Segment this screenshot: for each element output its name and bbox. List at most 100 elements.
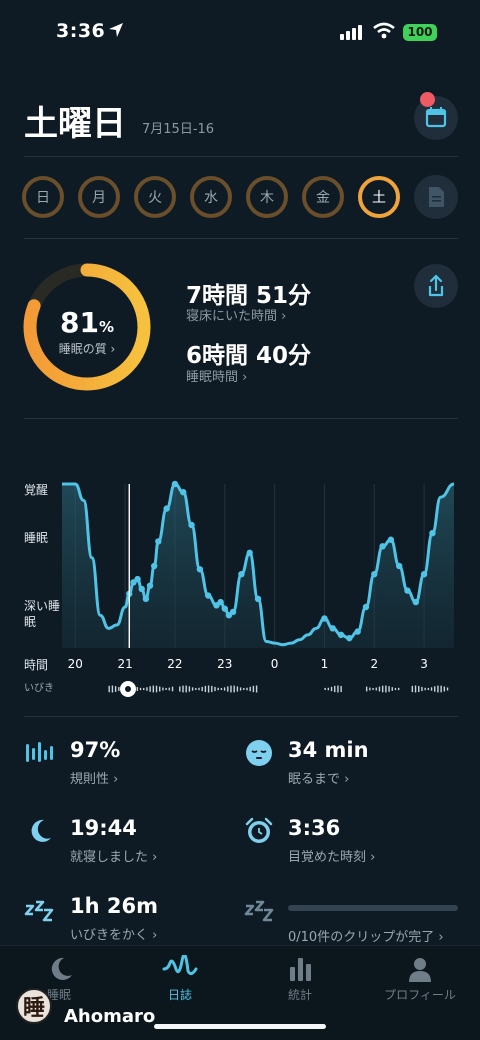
sleepy-face-icon [246, 740, 272, 766]
share-button[interactable] [414, 264, 458, 308]
snore-bar [236, 686, 239, 692]
time-asleep-value: 6時間 40分 [186, 343, 312, 369]
regularity-value: 97% [70, 738, 121, 762]
snore-bar [255, 685, 258, 693]
regularity-label[interactable]: 規則性 › [70, 768, 118, 787]
snore-bar [239, 687, 242, 691]
clips-progress-bar [288, 905, 458, 911]
data-point [180, 489, 187, 496]
snore-bar [434, 686, 436, 692]
snore-bar [207, 685, 210, 693]
snore-bar [378, 686, 381, 692]
time-asleep-label[interactable]: 睡眠時間 › [186, 366, 247, 385]
snore-bar [230, 685, 232, 693]
snore-bar [385, 685, 387, 693]
sleep-quality-value: 81% [60, 306, 114, 339]
data-point [337, 631, 345, 639]
divider [24, 418, 458, 419]
divider [24, 238, 458, 239]
data-point [238, 571, 245, 578]
fall-asleep-label[interactable]: 眠るまで › [288, 768, 349, 787]
data-point [329, 625, 336, 632]
x-tick-label: 21 [117, 657, 133, 671]
divider [24, 716, 458, 717]
snore-bar [146, 687, 148, 691]
tab-sleep-moon-icon[interactable] [46, 955, 74, 983]
notification-dot [420, 92, 435, 107]
snore-bar [365, 686, 368, 692]
snore-bar [391, 687, 393, 691]
tab-stats[interactable]: 統計 [245, 986, 355, 1003]
data-point [171, 480, 179, 488]
snore-bar [182, 685, 184, 693]
bedtime-label[interactable]: 就寝しました › [70, 846, 157, 865]
snore-bar [162, 687, 164, 691]
day-ring-mon[interactable]: 月 [78, 176, 120, 218]
snore-bar [159, 686, 161, 692]
tab-journal-wave-icon[interactable] [162, 955, 198, 983]
wake-value: 3:36 [288, 816, 341, 840]
tab-profile[interactable]: プロフィール [365, 986, 475, 1003]
share-icon [428, 274, 444, 297]
snore-bar [217, 687, 219, 691]
snore-bar [334, 685, 336, 693]
snore-bar [414, 685, 417, 693]
regularity-bars-icon [26, 742, 53, 762]
snore-bar [171, 686, 174, 692]
location-arrow-icon [109, 23, 123, 37]
data-point [362, 603, 370, 611]
snore-bar [421, 686, 423, 692]
notes-button[interactable] [414, 175, 458, 219]
wake-label[interactable]: 目覚めた時刻 › [288, 846, 375, 865]
snore-bar [155, 685, 158, 693]
wifi-icon [373, 22, 395, 39]
snore-bar [198, 687, 200, 691]
snore-bar [440, 685, 442, 693]
home-indicator [154, 1024, 326, 1029]
data-point [404, 587, 411, 594]
snore-bar [118, 687, 120, 691]
sleep-quality-label[interactable]: 睡眠の質 › [22, 340, 152, 357]
snore-bar [443, 686, 446, 692]
tab-profile-person-icon[interactable] [406, 955, 434, 983]
alarm-clock-icon [245, 817, 273, 843]
snore-bar [427, 687, 430, 691]
day-ring-fri[interactable]: 金 [302, 176, 344, 218]
data-point [196, 566, 204, 573]
x-tick-label: 2 [370, 657, 379, 671]
day-ring-sun[interactable]: 日 [22, 176, 64, 218]
day-ring-sat[interactable]: 土 [358, 176, 400, 218]
snore-bar [204, 685, 207, 693]
snore-bar [437, 685, 439, 693]
tab-journal[interactable]: 日誌 [125, 986, 235, 1003]
snore-bar [446, 687, 449, 691]
day-ring-wed[interactable]: 水 [190, 176, 232, 218]
day-ring-thu[interactable]: 木 [246, 176, 288, 218]
data-point [429, 530, 436, 537]
snoring-label[interactable]: いびきをかく › [70, 924, 157, 943]
x-tick-label: 20 [67, 657, 83, 671]
day-ring-tue[interactable]: 火 [134, 176, 176, 218]
snore-bar [381, 685, 384, 693]
data-point [142, 595, 150, 602]
snore-bar [430, 687, 433, 691]
divider [24, 156, 458, 157]
data-point [346, 634, 353, 642]
time-in-bed-label[interactable]: 寝床にいた時間 › [186, 305, 286, 324]
snore-bar [397, 687, 400, 691]
snore-bar [165, 687, 167, 691]
data-point [371, 571, 378, 578]
snore-bar [168, 687, 171, 691]
page-title: 土曜日 [24, 104, 126, 144]
data-point [395, 562, 403, 570]
fall-asleep-value: 34 min [288, 738, 369, 762]
data-point [163, 505, 170, 512]
document-icon [429, 187, 444, 207]
data-point [217, 598, 224, 606]
data-point [246, 549, 253, 557]
snore-bar [324, 687, 326, 691]
clips-label[interactable]: 0/10件のクリップが完了 › [288, 926, 444, 945]
snore-bar [111, 685, 114, 693]
tab-stats-bars-icon[interactable] [288, 955, 314, 983]
snore-bar [233, 685, 235, 693]
